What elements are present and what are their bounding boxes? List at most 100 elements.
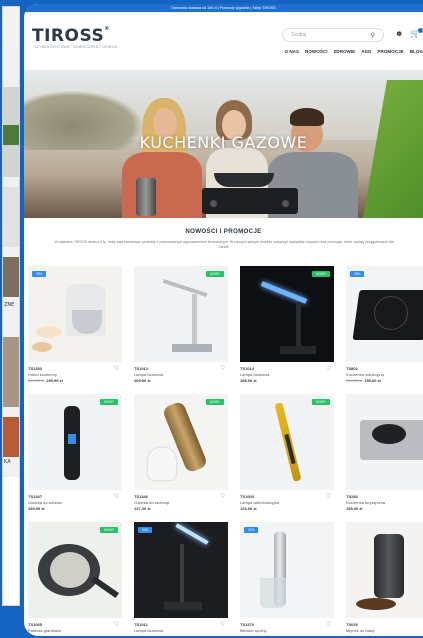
new-badge: NOWY [206,271,224,277]
left-partial-window: ZNE KA [0,0,22,638]
product-image[interactable] [346,266,423,362]
product-price: 159,99 zł [28,506,44,511]
lamp-light-shape [260,281,308,304]
wishlist-heart-icon[interactable]: ♡ [114,493,119,500]
lamp-pole-shape [296,302,301,348]
hero-banner[interactable]: KUCHENKI GAZOWE [24,70,423,218]
product-code[interactable]: TS025 [346,622,358,627]
product-image[interactable] [28,266,122,362]
wishlist-heart-icon[interactable]: ♡ [220,493,225,500]
stove-knob [210,200,217,207]
nav-item[interactable]: NOWOŚCI [305,49,327,54]
product-image[interactable] [134,394,228,490]
wishlist-heart-icon[interactable]: ♡ [326,365,331,372]
logo-text: TIROSS [32,26,105,46]
product-name[interactable]: Młynek do kawy [346,628,374,633]
product-name[interactable]: Patelnia granitowa [28,628,61,633]
product-image[interactable] [134,266,228,362]
product-name[interactable]: Golarka do włosów [28,500,62,505]
hero-person-body [122,152,202,218]
product-code[interactable]: TS1011 [134,622,148,627]
nav-item[interactable]: AGD [361,49,371,54]
product-code[interactable]: TS283 [346,494,358,499]
site-header: TIROSS® SZYBKA DOSTAWA · NOWOCZESNY DESI… [24,12,423,68]
current-price: 189,00 zł [240,378,257,383]
logo-tagline: SZYBKA DOSTAWA · NOWOCZESNY DESIGN [34,45,118,49]
product-code[interactable]: TS1347 [28,494,42,499]
stove-knob [282,200,289,207]
left-text: KA [4,459,11,465]
product-code[interactable]: TS1370 [240,622,254,627]
product-image[interactable] [346,522,423,618]
lamp-pole-shape [192,294,197,344]
blender-cup-shape [260,578,286,608]
product-name[interactable]: Lampa biurkowa [134,628,163,633]
wishlist-heart-icon[interactable]: ♡ [220,365,225,372]
current-price: 123,00 zł [240,506,257,511]
new-badge: NOWY [100,527,118,533]
left-photo [3,417,19,457]
lamp-pole-shape [180,544,184,604]
product-code[interactable]: TS1003 [240,494,254,499]
product-name[interactable]: Lampa biurkowa [240,372,269,377]
product-code[interactable]: TS1014 [240,366,254,371]
current-price: 209,00 zł [134,378,151,383]
user-icon[interactable]: ☻ [395,29,403,38]
search-icon[interactable]: ⚲ [371,32,375,39]
current-price: 137,00 zł [134,506,151,511]
wishlist-heart-icon[interactable]: ♡ [326,621,331,628]
left-blank [3,477,19,605]
site-logo[interactable]: TIROSS® [32,26,110,46]
product-image[interactable] [28,394,122,490]
nav-item[interactable]: O NAS [284,49,299,54]
product-code[interactable]: TS1012 [134,366,148,371]
lamp-arm-shape [162,278,208,298]
product-image[interactable] [240,522,334,618]
product-name[interactable]: Kuchenka indukcyjna [346,372,384,377]
section-description: W zakładce TIROSS dbamy o to, żeby zapre… [54,240,394,250]
product-price: 219,00 zł 159,00 zł [346,378,381,383]
current-price: 299,99 zł [46,378,63,383]
coffee-beans-shape [356,598,396,610]
nav-item[interactable]: BLOG [410,49,423,54]
current-price: 159,00 zł [364,378,381,383]
product-image[interactable] [240,394,334,490]
wishlist-heart-icon[interactable]: ♡ [114,365,119,372]
product-name[interactable]: Robot kuchenny [28,372,57,377]
cooktop-ring-shape [374,296,408,330]
lamp-light-shape [175,523,209,545]
search-box[interactable]: Szukaj ⚲ [282,28,384,42]
product-image[interactable] [28,522,122,618]
current-price: 159,99 zł [28,506,45,511]
product-name[interactable]: Lampa biurkowa [134,372,163,377]
nav-item[interactable]: PROMOCJE [377,49,403,54]
product-price: 159,00 zł [346,506,362,511]
product-name[interactable]: Blender ręczny [240,628,267,633]
product-name[interactable]: Lampa wielofunkcyjna [240,500,279,505]
left-photo [3,257,19,297]
section-title: NOWOŚCI I PROMOCJE [185,228,262,235]
product-image[interactable] [134,522,228,618]
clipper-display-shape [68,434,76,444]
product-code[interactable]: TS1353 [28,366,42,371]
wishlist-heart-icon[interactable]: ♡ [220,621,225,628]
current-price: 159,00 zł [346,506,363,511]
hero-pan [214,173,274,187]
product-name[interactable]: Kuchenka turystyczna [346,500,385,505]
hero-gas-stove [202,188,298,214]
product-code[interactable]: TS802 [346,366,358,371]
wishlist-heart-icon[interactable]: ♡ [114,621,119,628]
discount-badge: 30% [138,527,153,533]
left-photo [3,337,19,407]
product-code[interactable]: TS1065 [28,622,42,627]
product-image[interactable] [240,266,334,362]
wishlist-heart-icon[interactable]: ♡ [326,493,331,500]
nav-item[interactable]: ZDROWIE [334,49,356,54]
search-input[interactable]: Szukaj [291,32,306,38]
main-nav: O NAS NOWOŚCI ZDROWIE AGD PROMOCJE BLOG [284,49,423,54]
product-image[interactable] [346,394,423,490]
product-name[interactable]: Golarka do zwierząt [134,500,169,505]
product-code[interactable]: TS1346 [134,494,148,499]
new-badge: NOWY [312,271,330,277]
new-badge: NOWY [312,399,330,405]
